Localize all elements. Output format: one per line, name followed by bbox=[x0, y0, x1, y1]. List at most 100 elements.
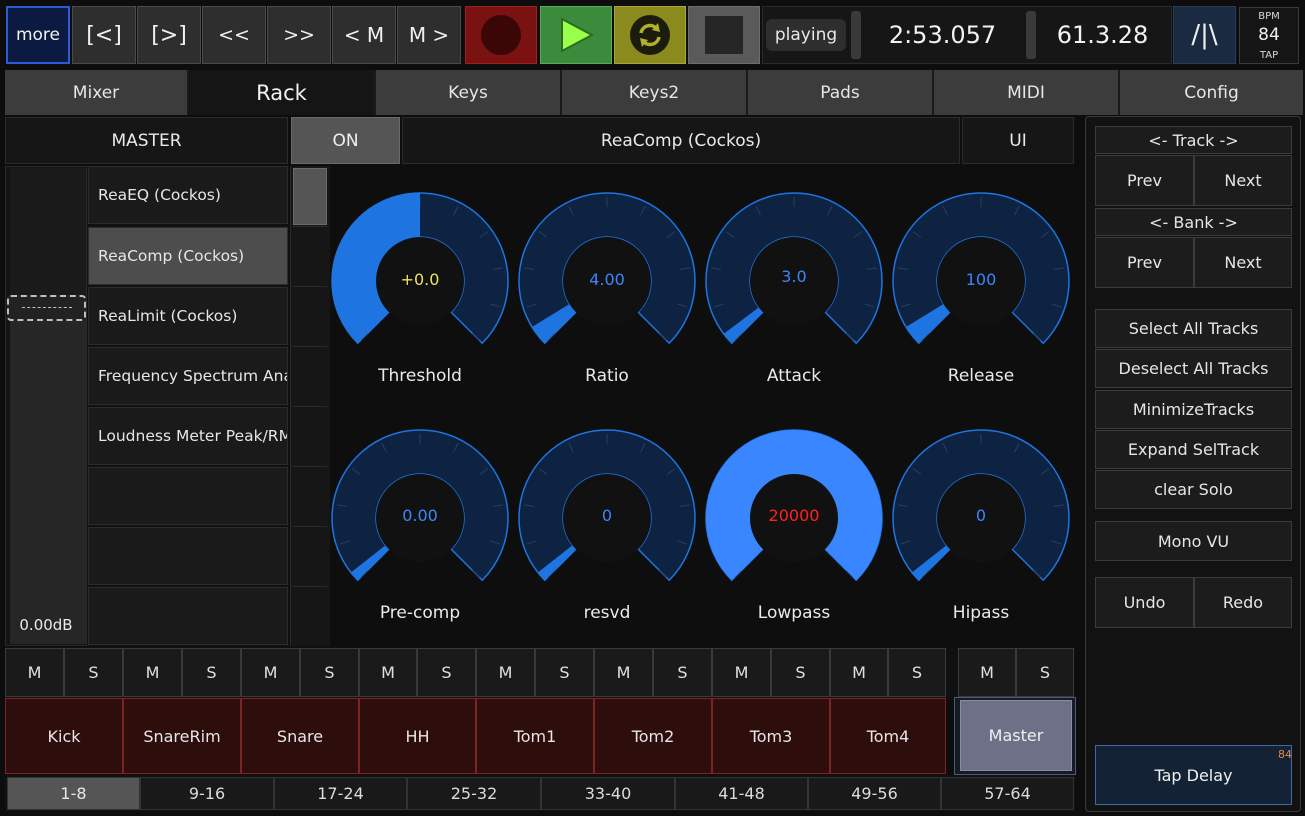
solo-button[interactable]: S bbox=[182, 648, 241, 697]
track-button-snare[interactable]: Snare bbox=[241, 698, 359, 774]
mute-button[interactable]: M bbox=[123, 648, 182, 697]
prev-m-button[interactable]: < M bbox=[332, 6, 396, 64]
knob-label-pre-comp: Pre-comp bbox=[379, 603, 461, 623]
deselect-all-tracks-button[interactable]: Deselect All Tracks bbox=[1095, 349, 1292, 388]
track-button-tom3[interactable]: Tom3 bbox=[712, 698, 830, 774]
tab-keys2[interactable]: Keys2 bbox=[562, 70, 748, 115]
more-button[interactable]: more bbox=[6, 6, 70, 64]
bank-tab-57-64[interactable]: 57-64 bbox=[941, 777, 1074, 810]
prev-marker-button[interactable]: [<] bbox=[72, 6, 136, 64]
knob-label-release: Release bbox=[947, 366, 1015, 386]
next-m-button[interactable]: M > bbox=[397, 6, 461, 64]
record-icon bbox=[481, 15, 521, 55]
solo-button[interactable]: S bbox=[300, 648, 359, 697]
solo-button[interactable]: S bbox=[771, 648, 830, 697]
mute-button[interactable]: M bbox=[594, 648, 653, 697]
track-button-kick[interactable]: Kick bbox=[5, 698, 123, 774]
clear-solo-button[interactable]: clear Solo bbox=[1095, 470, 1292, 509]
mute-button[interactable]: M bbox=[5, 648, 64, 697]
expand-seltrack-button[interactable]: Expand SelTrack bbox=[1095, 430, 1292, 469]
tab-keys[interactable]: Keys bbox=[376, 70, 562, 115]
fx-list-item[interactable]: Loudness Meter Peak/RM bbox=[88, 407, 288, 465]
fx-list-item[interactable]: Frequency Spectrum Ana bbox=[88, 347, 288, 405]
bank-tab-9-16[interactable]: 9-16 bbox=[140, 777, 274, 810]
track-button-snarerim[interactable]: SnareRim bbox=[123, 698, 241, 774]
track-button-tom2[interactable]: Tom2 bbox=[594, 698, 712, 774]
mute-button[interactable]: M bbox=[241, 648, 300, 697]
track-button-hh[interactable]: HH bbox=[359, 698, 476, 774]
solo-button[interactable]: S bbox=[535, 648, 594, 697]
next-marker-button[interactable]: [>] bbox=[137, 6, 201, 64]
track-button-tom4[interactable]: Tom4 bbox=[830, 698, 946, 774]
bank-tab-25-32[interactable]: 25-32 bbox=[407, 777, 541, 810]
master-solo-button[interactable]: S bbox=[1016, 648, 1074, 697]
bank-tab-41-48[interactable]: 41-48 bbox=[675, 777, 808, 810]
minimize-tracks-button[interactable]: MinimizeTracks bbox=[1095, 390, 1292, 429]
track-nav-label: <- Track -> bbox=[1095, 126, 1292, 154]
bank-tab-1-8[interactable]: 1-8 bbox=[7, 777, 140, 810]
time-display[interactable]: 2:53.057 bbox=[865, 10, 1020, 60]
track-prev-button[interactable]: Prev bbox=[1095, 155, 1194, 206]
redo-button[interactable]: Redo bbox=[1194, 577, 1292, 628]
knob-label-resvd: resvd bbox=[583, 603, 631, 623]
tab-mixer[interactable]: Mixer bbox=[5, 70, 189, 115]
fast-forward-button[interactable]: >> bbox=[267, 6, 331, 64]
mute-button[interactable]: M bbox=[712, 648, 771, 697]
beats-display[interactable]: 61.3.28 bbox=[1040, 10, 1165, 60]
stop-button[interactable] bbox=[688, 6, 760, 64]
bpm-value: 84 bbox=[1258, 25, 1280, 45]
fx-name-header: ReaComp (Cockos) bbox=[402, 117, 960, 164]
track-button-master[interactable]: Master bbox=[960, 700, 1072, 771]
bank-tab-17-24[interactable]: 17-24 bbox=[274, 777, 407, 810]
fader-handle-line bbox=[22, 307, 72, 308]
solo-button[interactable]: S bbox=[653, 648, 712, 697]
rewind-button[interactable]: << bbox=[202, 6, 266, 64]
select-all-tracks-button[interactable]: Select All Tracks bbox=[1095, 309, 1292, 348]
bank-next-button[interactable]: Next bbox=[1194, 237, 1292, 288]
tab-config[interactable]: Config bbox=[1120, 70, 1303, 115]
bpm-tap-button[interactable]: BPM 84 TAP bbox=[1239, 7, 1299, 64]
fx-list-item-selected[interactable]: ReaComp (Cockos) bbox=[88, 227, 288, 285]
tap-delay-button[interactable]: Tap Delay bbox=[1095, 745, 1292, 805]
fx-scrollbar-thumb[interactable] bbox=[293, 168, 327, 225]
play-button[interactable] bbox=[540, 6, 612, 64]
record-button[interactable] bbox=[465, 6, 537, 64]
tab-midi[interactable]: MIDI bbox=[934, 70, 1120, 115]
fx-list-item[interactable] bbox=[88, 587, 288, 645]
bank-prev-button[interactable]: Prev bbox=[1095, 237, 1194, 288]
mute-button[interactable]: M bbox=[830, 648, 888, 697]
tab-pads[interactable]: Pads bbox=[748, 70, 934, 115]
fx-list-item[interactable]: ReaEQ (Cockos) bbox=[88, 166, 288, 224]
undo-button[interactable]: Undo bbox=[1095, 577, 1194, 628]
knob-value-threshold: +0.0 bbox=[400, 270, 440, 289]
play-state-badge: playing bbox=[766, 19, 846, 51]
solo-button[interactable]: S bbox=[417, 648, 476, 697]
stop-icon bbox=[705, 16, 743, 54]
metronome-button[interactable]: /|\ bbox=[1173, 6, 1236, 64]
solo-button[interactable]: S bbox=[888, 648, 946, 697]
fader-handle[interactable] bbox=[7, 295, 86, 321]
mute-button[interactable]: M bbox=[359, 648, 417, 697]
fx-list-item[interactable] bbox=[88, 467, 288, 525]
knob-value-pre-comp: 0.00 bbox=[402, 506, 438, 525]
knob-value-resvd: 0 bbox=[601, 506, 613, 525]
fx-ui-button[interactable]: UI bbox=[962, 117, 1074, 164]
bank-tab-33-40[interactable]: 33-40 bbox=[541, 777, 675, 810]
bank-tab-49-56[interactable]: 49-56 bbox=[808, 777, 941, 810]
fx-list-item[interactable]: ReaLimit (Cockos) bbox=[88, 287, 288, 345]
fx-scrollbar[interactable] bbox=[290, 166, 330, 646]
fx-on-button[interactable]: ON bbox=[291, 117, 400, 164]
knob-label-threshold: Threshold bbox=[378, 366, 462, 386]
time-separator bbox=[851, 11, 861, 59]
fx-list-item[interactable] bbox=[88, 527, 288, 585]
track-next-button[interactable]: Next bbox=[1194, 155, 1292, 206]
mute-button[interactable]: M bbox=[476, 648, 535, 697]
knob-label-lowpass: Lowpass bbox=[757, 603, 831, 623]
tab-rack[interactable]: Rack bbox=[189, 70, 376, 115]
loop-button[interactable] bbox=[614, 6, 686, 64]
bpm-label: BPM bbox=[1258, 11, 1280, 22]
track-button-tom1[interactable]: Tom1 bbox=[476, 698, 594, 774]
mono-vu-button[interactable]: Mono VU bbox=[1095, 521, 1292, 561]
solo-button[interactable]: S bbox=[64, 648, 123, 697]
master-mute-button[interactable]: M bbox=[958, 648, 1016, 697]
